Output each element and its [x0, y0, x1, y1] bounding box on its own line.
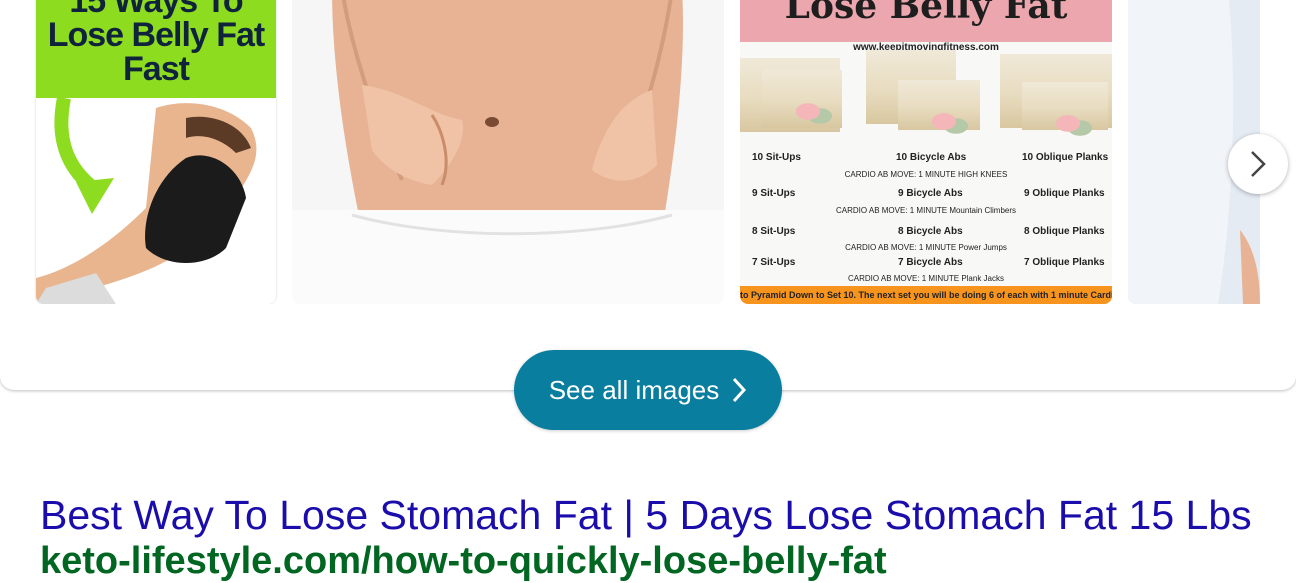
chevron-right-icon [733, 377, 747, 403]
image-thumbnail-stomach-pinch[interactable] [292, 0, 724, 304]
chart-row: 8 Sit-Ups 8 Bicycle Abs 8 Oblique Planks [752, 226, 1105, 237]
chart-headline: Lose Belly Fat [740, 0, 1112, 42]
image-thumbnail-belly-fat-ways[interactable]: 15 Ways To Lose Belly Fat Fast [36, 0, 276, 304]
chart-row: 7 Sit-Ups 7 Bicycle Abs 7 Oblique Planks [752, 257, 1105, 268]
chart-row: 9 Sit-Ups 9 Bicycle Abs 9 Oblique Planks [752, 188, 1105, 199]
chart-footer: to Pyramid Down to Set 10. The next set … [740, 286, 1112, 304]
thumbnail-headline: 15 Ways To Lose Belly Fat Fast [36, 0, 276, 98]
image-thumbnail-workout-chart[interactable]: Lose Belly Fat www.keepitmovingfitness.c… [740, 0, 1112, 304]
chart-row: 10 Sit-Ups 10 Bicycle Abs 10 Oblique Pla… [752, 152, 1109, 163]
chevron-right-icon [1251, 151, 1266, 177]
see-all-images-button[interactable]: See all images [514, 350, 782, 430]
woman-crunch-photo [36, 98, 276, 304]
images-carousel-card: 15 Ways To Lose Belly Fat Fast Lose Bell… [0, 0, 1296, 390]
carousel-next-button[interactable] [1228, 134, 1288, 194]
headline-line-2: Lose Belly Fat [47, 16, 266, 54]
exercise-photo [1022, 82, 1108, 140]
headline-line-3: Fast [123, 50, 190, 88]
image-carousel: 15 Ways To Lose Belly Fat Fast Lose Bell… [0, 0, 1260, 304]
search-result-title-link[interactable]: Best Way To Lose Stomach Fat | 5 Days Lo… [40, 492, 1252, 539]
exercise-photo [898, 80, 980, 138]
see-all-images-label: See all images [548, 374, 720, 405]
stomach-photo [292, 0, 724, 304]
search-result-url[interactable]: keto-lifestyle.com/how-to-quickly-lose-b… [40, 540, 887, 583]
exercise-photo [762, 70, 842, 128]
